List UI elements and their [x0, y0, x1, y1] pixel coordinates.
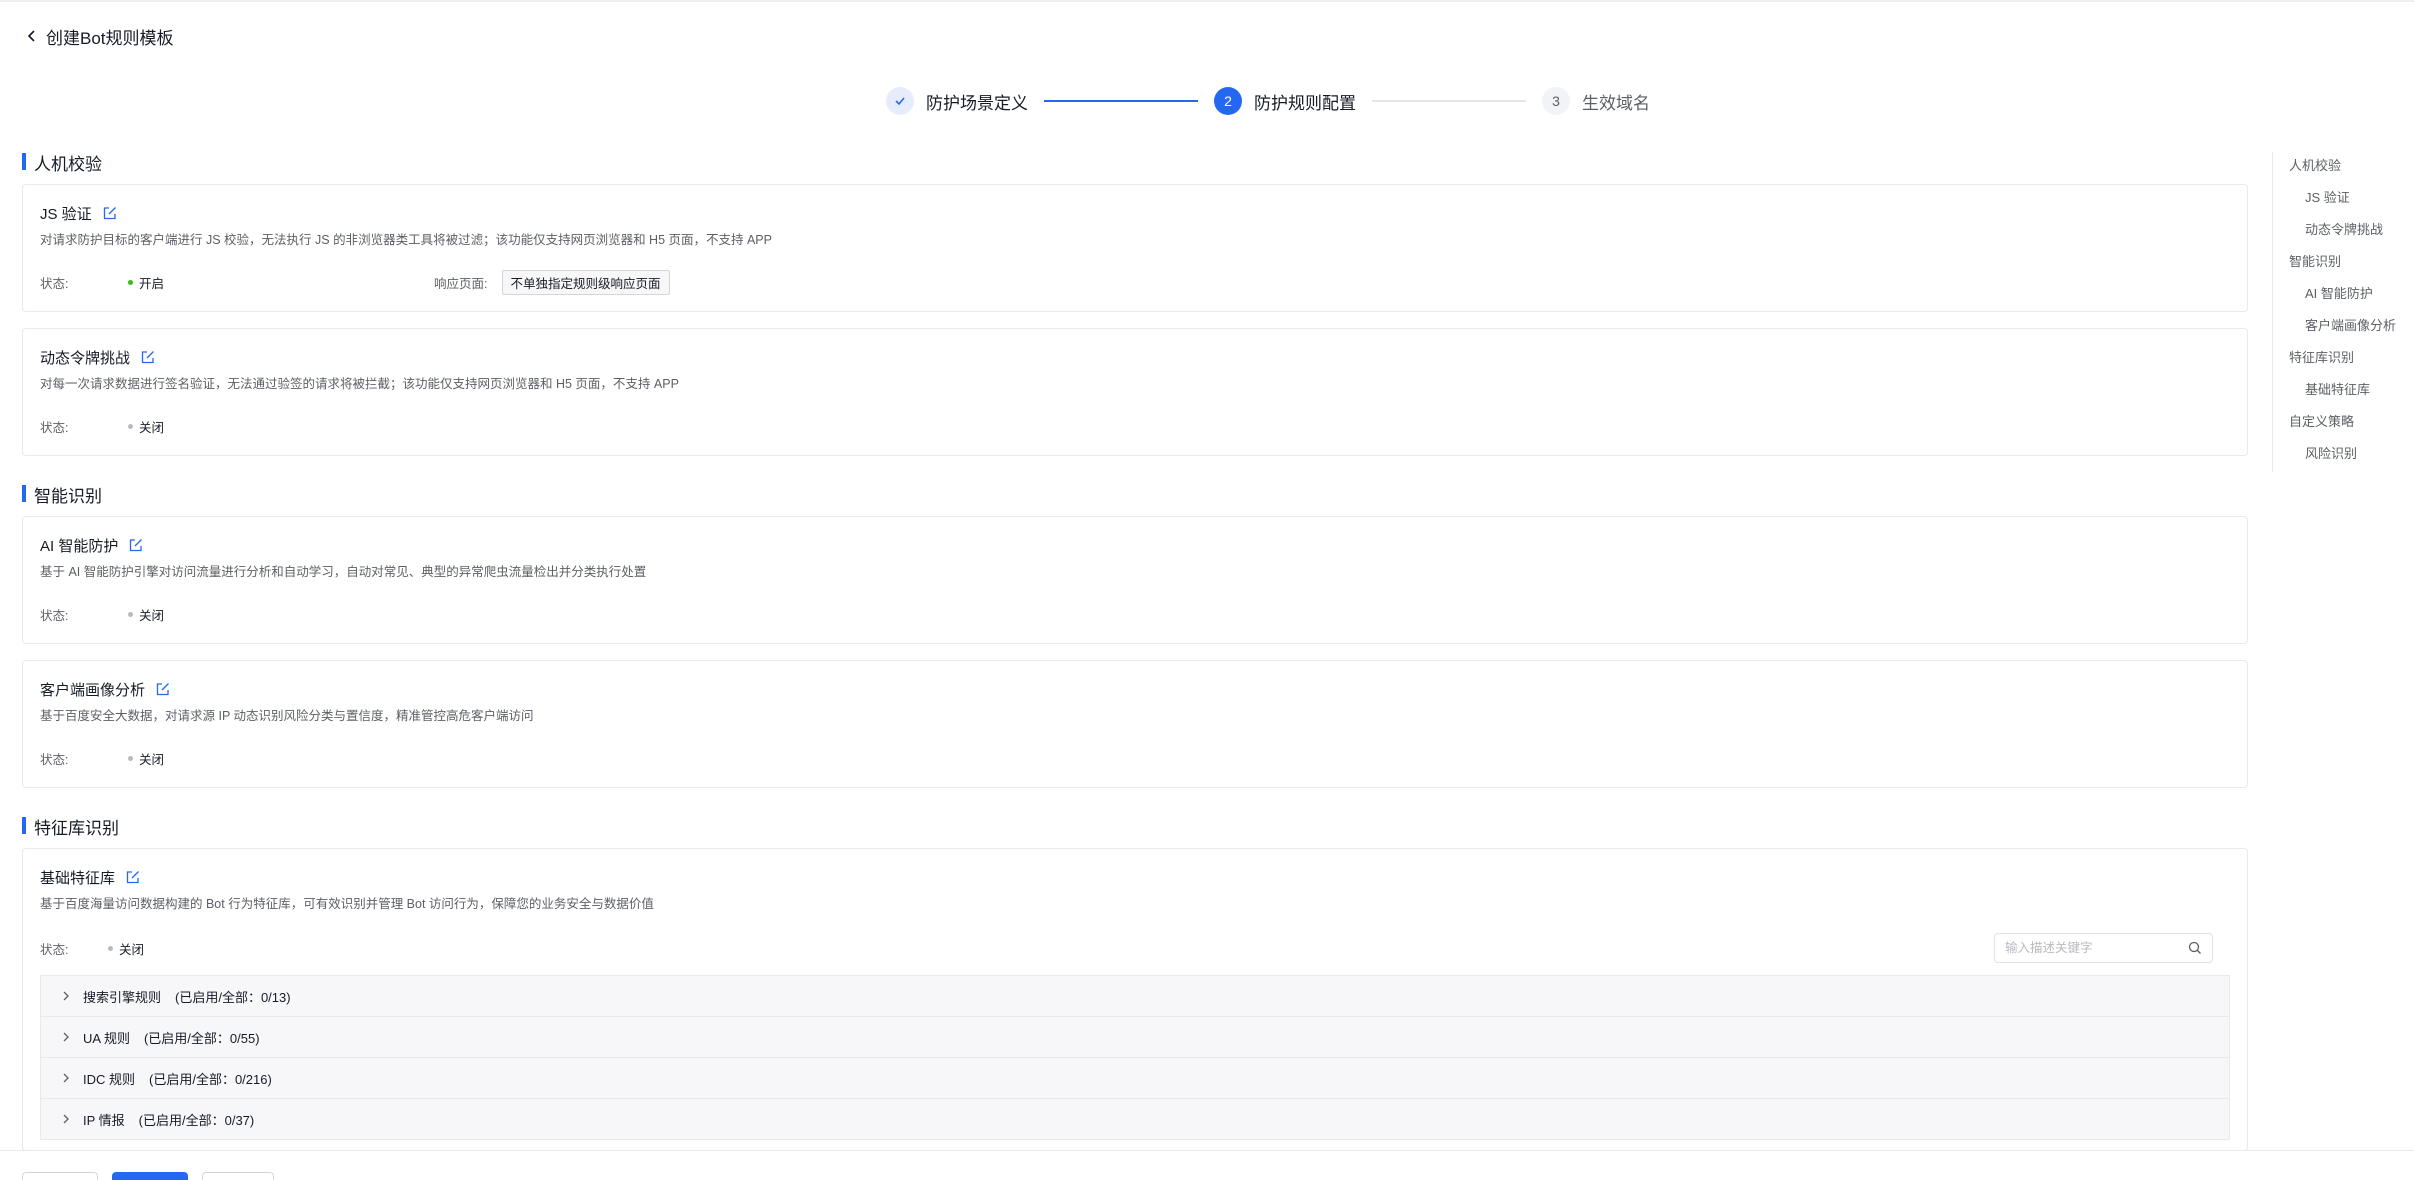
edit-icon[interactable] [125, 869, 141, 885]
status-off-dot-icon [128, 611, 133, 617]
search-box [1994, 933, 2213, 963]
search-input[interactable] [2005, 941, 2188, 955]
card-name: 客户端画像分析 [40, 681, 146, 699]
card-name: 动态令牌挑战 [40, 349, 131, 367]
card-ai-protect: AI 智能防护 基于 AI 智能防护引擎对访问流量进行分析和自动学习，自动对常见… [22, 516, 2248, 644]
anchor-nav: 人机校验 JS 验证 动态令牌挑战 智能识别 AI 智能防护 客户端画像分析 特… [2272, 152, 2402, 472]
step-2-label: 防护规则配置 [1254, 93, 1356, 113]
status-value: 关闭 [128, 605, 164, 624]
step-3-number: 3 [1542, 87, 1570, 115]
status-label: 状态: [40, 752, 69, 767]
card-desc: 基于百度海量访问数据构建的 Bot 行为特征库，可有效识别并管理 Bot 访问行… [40, 897, 654, 911]
edit-icon[interactable] [140, 349, 156, 365]
status-value: 关闭 [128, 417, 164, 436]
rule-name: UA 规则 [83, 1030, 130, 1046]
status-label: 状态: [40, 942, 69, 957]
check-icon [886, 87, 914, 115]
rule-row-ua[interactable]: UA 规则 (已启用/全部：0/55) [40, 1017, 2230, 1058]
anchor-item-human[interactable]: 人机校验 [2289, 152, 2402, 184]
top-border [0, 0, 2414, 2]
card-js-verify: JS 验证 对请求防护目标的客户端进行 JS 校验，无法执行 JS 的非浏览器类… [22, 184, 2248, 312]
anchor-item-profile[interactable]: 客户端画像分析 [2289, 312, 2402, 344]
chevron-right-icon [59, 1030, 73, 1044]
chevron-right-icon [59, 1112, 73, 1126]
step-2-number: 2 [1214, 87, 1242, 115]
card-base-feature: 基础特征库 基于百度海量访问数据构建的 Bot 行为特征库，可有效识别并管理 B… [22, 848, 2248, 1151]
rule-count: (已启用/全部：0/216) [149, 1071, 272, 1087]
response-page-label: 响应页面: [434, 276, 488, 291]
response-page-tag: 不单独指定规则级响应页面 [501, 269, 670, 295]
anchor-item-smart[interactable]: 智能识别 [2289, 248, 2402, 280]
rule-name: IP 情报 [83, 1112, 125, 1128]
rule-name: IDC 规则 [83, 1071, 136, 1087]
rule-count: (已启用/全部：0/37) [138, 1112, 255, 1128]
card-desc: 对请求防护目标的客户端进行 JS 校验，无法执行 JS 的非浏览器类工具将被过滤… [40, 233, 772, 247]
status-off-dot-icon [128, 755, 133, 761]
rule-count: (已启用/全部：0/55) [143, 1030, 260, 1046]
card-desc: 对每一次请求数据进行签名验证，无法通过验签的请求将被拦截；该功能仅支持网页浏览器… [40, 377, 679, 391]
status-label: 状态: [40, 608, 69, 623]
section-title-smart: 智能识别 [22, 480, 2248, 508]
card-name: AI 智能防护 [40, 537, 119, 555]
step-1-label: 防护场景定义 [926, 93, 1028, 113]
chevron-right-icon [59, 989, 73, 1003]
page-title: 创建Bot规则模板 [46, 28, 174, 48]
anchor-item-feature[interactable]: 特征库识别 [2289, 344, 2402, 376]
page-header: 创建Bot规则模板 [22, 22, 174, 50]
rule-name: 搜索引擎规则 [83, 989, 162, 1005]
card-name: 基础特征库 [40, 869, 116, 887]
step-connector-1 [1044, 100, 1198, 102]
status-on-dot-icon [128, 279, 133, 285]
status-value: 关闭 [108, 939, 144, 958]
anchor-item-risk[interactable]: 风险识别 [2289, 440, 2402, 472]
card-name: JS 验证 [40, 205, 92, 223]
chevron-right-icon [59, 1071, 73, 1085]
card-dynamic-token: 动态令牌挑战 对每一次请求数据进行签名验证，无法通过验签的请求将被拦截；该功能仅… [22, 328, 2248, 456]
anchor-item-ai[interactable]: AI 智能防护 [2289, 280, 2402, 312]
rule-row-idc[interactable]: IDC 规则 (已启用/全部：0/216) [40, 1058, 2230, 1099]
step-2: 2 防护规则配置 [1214, 87, 1356, 115]
rule-row-ip-intel[interactable]: IP 情报 (已启用/全部：0/37) [40, 1099, 2230, 1140]
step-1: 防护场景定义 [886, 87, 1028, 115]
back-arrow-icon[interactable] [22, 26, 42, 46]
prev-step-button[interactable] [22, 1172, 98, 1180]
card-desc: 基于百度安全大数据，对请求源 IP 动态识别风险分类与置信度，精准管控高危客户端… [40, 709, 534, 723]
section-title-human: 人机校验 [22, 148, 2248, 176]
step-indicator: 防护场景定义 2 防护规则配置 3 生效域名 [886, 86, 1650, 116]
status-off-dot-icon [108, 945, 113, 951]
next-step-button[interactable] [112, 1172, 188, 1180]
status-label: 状态: [40, 276, 69, 291]
anchor-item-custom[interactable]: 自定义策略 [2289, 408, 2402, 440]
status-label: 状态: [40, 420, 69, 435]
card-client-profile: 客户端画像分析 基于百度安全大数据，对请求源 IP 动态识别风险分类与置信度，精… [22, 660, 2248, 788]
anchor-item-token[interactable]: 动态令牌挑战 [2289, 216, 2402, 248]
status-value: 关闭 [128, 749, 164, 768]
rule-list: 搜索引擎规则 (已启用/全部：0/13) UA 规则 (已启用/全部：0/55)… [40, 975, 2230, 1140]
section-title-feature: 特征库识别 [22, 812, 2248, 840]
cancel-button[interactable] [202, 1172, 274, 1180]
edit-icon[interactable] [102, 205, 118, 221]
rule-row-search-engine[interactable]: 搜索引擎规则 (已启用/全部：0/13) [40, 976, 2230, 1017]
step-3-label: 生效域名 [1582, 93, 1650, 113]
anchor-item-js[interactable]: JS 验证 [2289, 184, 2402, 216]
footer-action-bar [0, 1150, 2414, 1180]
status-off-dot-icon [128, 423, 133, 429]
search-icon[interactable] [2188, 941, 2202, 955]
step-3: 3 生效域名 [1542, 87, 1650, 115]
status-value: 开启 [128, 273, 164, 292]
rule-count: (已启用/全部：0/13) [175, 989, 291, 1005]
edit-icon[interactable] [128, 537, 144, 553]
anchor-item-base[interactable]: 基础特征库 [2289, 376, 2402, 408]
step-connector-2 [1372, 100, 1526, 102]
card-desc: 基于 AI 智能防护引擎对访问流量进行分析和自动学习，自动对常见、典型的异常爬虫… [40, 565, 647, 579]
edit-icon[interactable] [155, 681, 171, 697]
main-content: 人机校验 JS 验证 对请求防护目标的客户端进行 JS 校验，无法执行 JS 的… [22, 148, 2248, 1151]
